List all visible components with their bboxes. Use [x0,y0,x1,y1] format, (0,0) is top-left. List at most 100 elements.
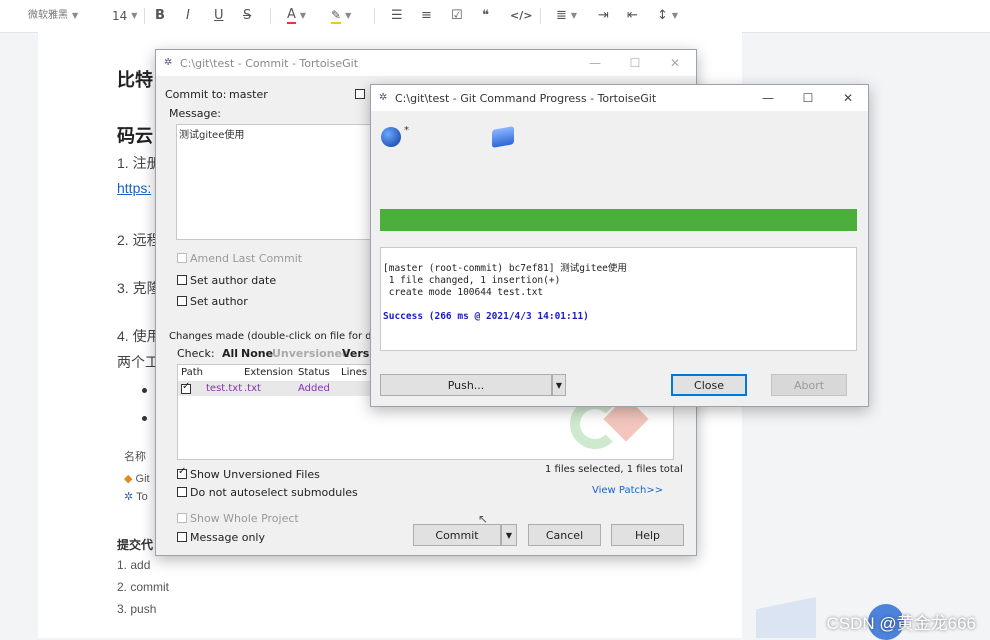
chevron-down-icon: ▼ [555,380,563,390]
doc-step-2: 2. commit [117,580,170,594]
tortoise-icon: ✲ [124,491,134,503]
push-dropdown-button[interactable]: ▼ [552,374,566,396]
commit-titlebar: ✲ C:\git\test - Commit - TortoiseGit [156,50,696,76]
push-button[interactable]: Push... [380,374,552,396]
toolbar-divider [270,8,271,24]
maximize-button[interactable]: ☐ [789,85,827,111]
col-status[interactable]: Status [298,367,330,378]
col-path[interactable]: Path [181,367,203,378]
highlighter-icon: ✎ [331,8,342,24]
csdn-watermark: CSDN @黄金龙666 [826,614,976,633]
minimize-icon: — [762,91,774,105]
git-icon: ◆ [124,473,133,485]
set-author-date-label: Set author date [190,274,277,287]
minimize-button[interactable]: — [749,85,787,111]
checkbox-icon: ☑ [451,8,463,23]
strikethrough-button[interactable]: S [243,6,251,26]
view-patch-link[interactable]: View Patch>> [592,485,663,496]
file-checkbox[interactable] [181,381,191,394]
commit-to-label: Commit to: [165,88,227,101]
font-family-select[interactable]: 微软雅黑 ▼ [28,6,78,26]
highlight-button[interactable]: ✎ ▼ [331,6,351,26]
doc-commit-heading: 提交代 [117,538,154,552]
doc-item-4b: 两个工 [117,354,159,370]
check-versioned-link[interactable]: Versi [342,347,373,360]
bullet-list-button[interactable]: ☰ [391,6,403,26]
file-row-tortoise: ✲ To [124,490,148,503]
new-branch-checkbox[interactable] [355,89,365,99]
show-whole-project-checkbox[interactable] [177,513,187,523]
message-input[interactable]: 测试gitee使用 [176,124,376,240]
set-author-checkbox[interactable] [177,296,187,306]
file-row-git-label: Git [135,473,150,485]
close-button[interactable]: Close [671,374,747,396]
italic-button[interactable]: I [186,6,190,26]
changes-label: Changes made (double-click on file for d… [169,331,382,342]
col-extension[interactable]: Extension [244,367,293,378]
chevron-down-icon: ▼ [72,11,79,20]
indent-button[interactable]: ⇥ [598,6,609,26]
line-height-icon: ↕ [657,8,668,23]
chevron-down-icon: ▼ [131,11,138,20]
underline-button[interactable]: U [214,6,224,26]
no-autoselect-label: Do not autoselect submodules [190,486,358,499]
message-only-checkbox[interactable] [177,532,187,542]
abort-button[interactable]: Abort [771,374,847,396]
doc-step-3: 3. push [117,602,157,616]
commit-dropdown-button[interactable]: ▼ [501,524,517,546]
commit-window-title: C:\git\test - Commit - TortoiseGit [180,56,359,70]
message-text: 测试gitee使用 [179,130,245,141]
progress-fill [380,209,857,231]
todo-list-button[interactable]: ☑ [451,6,463,26]
abort-button-label: Abort [793,378,825,392]
message-only-label: Message only [190,531,265,544]
minimize-button[interactable]: — [576,50,614,76]
outdent-button[interactable]: ⇤ [627,6,638,26]
table-row[interactable]: test.txt .txt Added [178,381,378,396]
show-unversioned-checkbox[interactable] [177,466,187,479]
code-button[interactable]: </> [510,6,532,26]
show-unversioned-label: Show Unversioned Files [190,468,320,481]
amend-checkbox[interactable] [177,253,187,263]
bold-button[interactable]: B [155,6,165,26]
line-height-button[interactable]: ↕ ▼ [657,6,678,26]
font-color-icon: A [287,7,296,24]
check-none-link[interactable]: None [241,347,273,360]
close-window-button[interactable]: ✕ [829,85,867,111]
set-author-date-checkbox[interactable] [177,275,187,285]
numbered-list-button[interactable]: ≡ [421,6,432,26]
maximize-button[interactable]: ☐ [616,50,654,76]
help-button[interactable]: Help [611,524,684,546]
folder-icon [492,126,514,148]
maximize-icon: ☐ [629,56,641,70]
close-button-label: Close [694,378,724,392]
quote-icon: ❝ [482,8,489,23]
close-window-button[interactable]: ✕ [656,50,694,76]
numbered-list-icon: ≡ [421,8,432,23]
log-line: create mode 100644 test.txt [383,287,544,298]
file-path: test.txt [206,383,243,394]
underline-icon: U [214,8,224,23]
doc-step-1: 1. add [117,558,151,572]
cancel-button[interactable]: Cancel [528,524,601,546]
help-button-label: Help [634,528,661,542]
check-all-link[interactable]: All [222,347,238,360]
cancel-button-label: Cancel [545,528,584,542]
quote-button[interactable]: ❝ [482,6,489,26]
log-output[interactable]: [master (root-commit) bc7ef81] 测试gitee使用… [380,247,857,351]
font-size-select[interactable]: 14 ▼ [112,6,137,26]
tortoise-icon: ✲ [379,92,388,103]
set-author-label: Set author [190,295,248,308]
align-button[interactable]: ≣ ▼ [556,6,577,26]
no-autoselect-checkbox[interactable] [177,487,187,497]
progress-window-title: C:\git\test - Git Command Progress - Tor… [395,91,657,105]
file-ext: .txt [244,383,261,394]
chevron-down-icon: ▼ [505,530,513,540]
watermark-shape [756,597,816,638]
chevron-down-icon: ▼ [299,11,307,20]
commit-button[interactable]: Commit [413,524,501,546]
italic-icon: I [186,8,190,23]
check-unversioned-link[interactable]: Unversioned [272,347,350,360]
doc-link[interactable]: https: [117,180,151,196]
font-color-button[interactable]: A ▼ [287,6,306,26]
